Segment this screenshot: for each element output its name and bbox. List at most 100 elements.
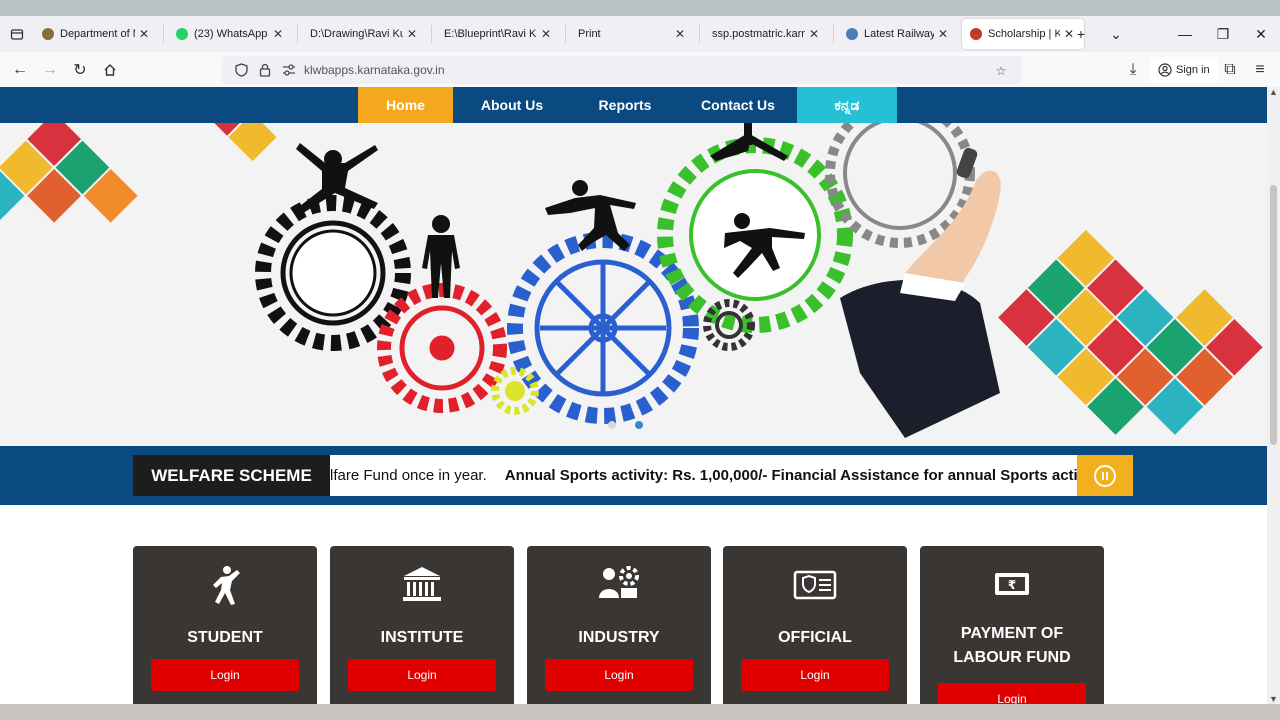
lock-icon[interactable]: [254, 59, 276, 81]
svg-text:₹: ₹: [1008, 578, 1016, 592]
tab-close-icon[interactable]: ✕: [807, 27, 821, 41]
browser-toolbar: ← → ↻ klwbapps.karnataka.gov.in ☆ ⤓ Sign…: [0, 52, 1280, 88]
minimize-button[interactable]: —: [1166, 16, 1204, 52]
tab-title: Department of Mi: [60, 28, 135, 40]
left-mosaic-top: [203, 123, 277, 162]
bottom-strip: [0, 704, 1280, 720]
ticker-item-prev: lfare Fund once in year.: [330, 467, 487, 484]
sign-in-label: Sign in: [1176, 64, 1210, 76]
new-tab-button[interactable]: +: [1062, 16, 1100, 52]
reload-button[interactable]: ↻: [65, 55, 95, 85]
scrollbar-thumb[interactable]: [1270, 185, 1277, 445]
sign-in-button[interactable]: Sign in: [1150, 57, 1218, 83]
tab-favicon-icon: [176, 28, 188, 40]
restore-button[interactable]: ❐: [1204, 16, 1242, 52]
tab-title: ssp.postmatric.karnata: [712, 28, 805, 40]
arrow-left-icon: ←: [12, 60, 28, 78]
home-button[interactable]: [95, 55, 125, 85]
browser-tab-2[interactable]: (23) WhatsApp Bu✕: [168, 19, 293, 49]
figure-running: [545, 180, 636, 251]
app-menu-button[interactable]: ≡: [1245, 55, 1275, 85]
tab-bar: Department of Mi✕(23) WhatsApp Bu✕D:\Dra…: [0, 16, 1280, 52]
ticker-item-current: Annual Sports activity: Rs. 1,00,000/- F…: [504, 467, 1077, 484]
extensions-button[interactable]: ⧉: [1215, 55, 1245, 85]
url-text[interactable]: klwbapps.karnataka.gov.in: [304, 63, 445, 77]
permissions-icon[interactable]: [278, 59, 300, 81]
tab-list-button[interactable]: [0, 16, 34, 52]
scroll-up-arrow-icon[interactable]: ▲: [1269, 87, 1278, 97]
puzzle-icon: ⧉: [1224, 61, 1236, 78]
tab-list-icon: [10, 29, 24, 40]
tab-separator: [699, 25, 700, 43]
browser-tab-5[interactable]: Print ✕: [570, 19, 695, 49]
bookmark-star-icon[interactable]: ☆: [990, 60, 1012, 82]
shield-icon[interactable]: [230, 59, 252, 81]
page-scrollbar[interactable]: ▲ ▼: [1267, 87, 1280, 704]
tab-title: (23) WhatsApp Bu: [194, 28, 269, 40]
hero-banner: [0, 123, 1267, 446]
account-icon: [1158, 63, 1172, 77]
browser-tab-4[interactable]: E:\Blueprint\Ravi Kurac✕: [436, 19, 561, 49]
figure-jumping: [296, 143, 378, 215]
card-title: STUDENT: [187, 629, 263, 646]
welfare-scheme-ticker: WELFARE SCHEME lfare Fund once in year. …: [133, 455, 1133, 496]
tab-title: Print: [578, 28, 601, 40]
tab-close-icon[interactable]: ✕: [539, 27, 553, 41]
browser-tab-3[interactable]: D:\Drawing\Ravi Kurac✕: [302, 19, 427, 49]
ticker-text[interactable]: lfare Fund once in year. Annual Sports a…: [330, 455, 1077, 496]
tab-close-icon[interactable]: ✕: [405, 27, 419, 41]
student-icon: [133, 564, 317, 608]
rupee-note-icon: ₹: [920, 572, 1104, 616]
arrow-right-icon: →: [42, 60, 58, 78]
black-gear: [255, 195, 411, 351]
nav-contact-us[interactable]: Contact Us: [679, 87, 797, 123]
login-button[interactable]: Login: [151, 659, 299, 691]
nav-reports[interactable]: Reports: [571, 87, 679, 123]
tab-close-icon[interactable]: ✕: [673, 27, 687, 41]
login-button[interactable]: Login: [741, 659, 889, 691]
browser-tab-7[interactable]: Latest Railway Jobs✕: [838, 19, 958, 49]
forward-button[interactable]: →: [35, 55, 65, 85]
download-icon: ⤓: [1129, 61, 1137, 78]
browser-tab-1[interactable]: Department of Mi✕: [34, 19, 159, 49]
tab-close-icon[interactable]: ✕: [271, 27, 285, 41]
yellow-gear: [491, 367, 539, 415]
hand-illustration: [840, 147, 1001, 438]
reload-icon: ↻: [73, 61, 87, 79]
address-bar[interactable]: klwbapps.karnataka.gov.in ☆: [222, 56, 1022, 84]
ticker-label: WELFARE SCHEME: [133, 455, 330, 496]
tab-close-icon[interactable]: ✕: [936, 27, 950, 41]
downloads-button[interactable]: ⤓: [1118, 55, 1148, 85]
card-industry: INDUSTRY Login: [527, 546, 711, 716]
figure-top: [710, 123, 788, 161]
nav-home[interactable]: Home: [358, 87, 453, 123]
restore-icon: ❐: [1216, 25, 1230, 42]
nav-about-us[interactable]: About Us: [453, 87, 571, 123]
card-payment-of-labour-fund: ₹ PAYMENT OF LABOUR FUND Login: [920, 546, 1104, 716]
back-button[interactable]: ←: [5, 55, 35, 85]
tab-separator: [565, 25, 566, 43]
login-button[interactable]: Login: [348, 659, 496, 691]
close-window-button[interactable]: ✕: [1242, 16, 1280, 52]
card-title: PAYMENT OF LABOUR FUND: [953, 625, 1071, 666]
carousel-dot-2[interactable]: [635, 421, 643, 429]
card-institute: INSTITUTE Login: [330, 546, 514, 716]
list-all-tabs-button[interactable]: ⌄: [1097, 16, 1135, 52]
tab-title: Scholarship | Karn: [988, 28, 1060, 40]
login-button[interactable]: Login: [545, 659, 693, 691]
site-navigation: Home About Us Reports Contact Us ಕನ್ನಡ: [0, 87, 1267, 123]
browser-tab-6[interactable]: ssp.postmatric.karnata✕: [704, 19, 829, 49]
tab-close-icon[interactable]: ✕: [137, 27, 151, 41]
carousel-dot-1[interactable]: [608, 421, 616, 429]
nav-kannada[interactable]: ಕನ್ನಡ: [797, 87, 897, 123]
hero-illustration: [0, 123, 1263, 438]
card-title: INDUSTRY: [578, 629, 660, 646]
ticker-pause-button[interactable]: [1077, 455, 1133, 496]
tab-separator: [297, 25, 298, 43]
tab-favicon-icon: [970, 28, 982, 40]
silver-gear: [825, 123, 975, 248]
institute-icon: [330, 564, 514, 608]
tab-favicon-icon: [846, 28, 858, 40]
scroll-down-arrow-icon[interactable]: ▼: [1269, 694, 1278, 704]
card-title: OFFICIAL: [778, 629, 852, 646]
